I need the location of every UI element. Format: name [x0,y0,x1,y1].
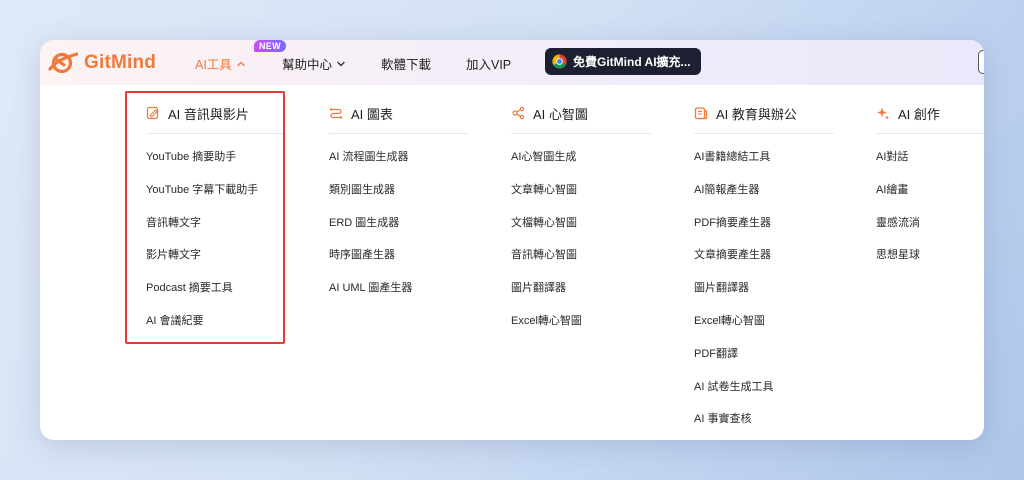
nav-help-center-label: 幫助中心 [282,58,333,72]
nav-join-vip-label: 加入VIP [466,58,512,72]
nav-software-download[interactable]: 軟體下載 [381,54,431,73]
column-heading-label: AI 音訊與影片 [168,106,249,122]
column-item-list: YouTube 摘要助手 YouTube 字幕下載助手 音訊轉文字 影片轉文字 … [146,150,306,347]
menu-column-education-office: AI 教育與辦公 AI書籍總結工具 AI簡報產生器 PDF摘要產生器 文章摘要產… [694,102,854,440]
chevron-down-icon [337,61,345,66]
menu-item[interactable]: 時序圖產生器 [329,248,489,281]
menu-item[interactable]: AI簡報產生器 [694,183,854,216]
column-heading: AI 音訊與影片 [146,102,306,124]
column-divider [329,133,469,134]
column-divider [876,133,984,134]
menu-item[interactable]: AI書籍總結工具 [694,150,854,183]
menu-item[interactable]: PDF摘要產生器 [694,216,854,249]
column-heading-label: AI 圖表 [351,106,393,122]
chrome-icon [552,54,567,69]
menu-item[interactable]: 圖片翻譯器 [511,281,671,314]
book-icon [694,107,708,120]
menu-item[interactable]: AI 流程圖生成器 [329,150,489,183]
menu-item[interactable]: Excel轉心智圖 [694,314,854,347]
menu-item[interactable]: 圖片翻譯器 [694,281,854,314]
menu-item[interactable]: 文章轉心智圖 [511,183,671,216]
menu-item[interactable]: AI心智圖生成 [511,150,671,183]
gitmind-logo[interactable]: GitMind [48,49,156,77]
gitmind-logo-icon [48,52,78,74]
flowchart-icon [329,108,343,119]
menu-item[interactable]: 影片轉文字 [146,248,306,281]
menu-column-creation: AI 創作 AI對話 AI繪畫 靈感流淌 思想星球 [876,102,984,281]
menu-item[interactable]: PDF翻譯 [694,347,854,380]
column-item-list: AI對話 AI繪畫 靈感流淌 思想星球 [876,150,984,281]
menu-item[interactable]: AI繪畫 [876,183,984,216]
mindmap-icon [512,106,525,120]
menu-column-mindmap: AI 心智圖 AI心智圖生成 文章轉心智圖 文檔轉心智圖 音訊轉心智圖 圖片翻譯… [511,102,671,347]
column-heading: AI 教育與辦公 [694,102,854,124]
nav-ai-tools[interactable]: AI工具 [195,54,246,73]
menu-item[interactable]: AI 會議紀要 [146,314,306,347]
nav-software-download-label: 軟體下載 [381,58,432,72]
menu-item[interactable]: AI UML 圖產生器 [329,281,489,314]
chevron-up-icon [237,61,245,66]
nav-ai-tools-label: AI工具 [195,58,232,72]
menu-item[interactable]: Excel轉心智圖 [511,314,671,347]
menu-item[interactable]: YouTube 摘要助手 [146,150,306,183]
edge-button[interactable] [978,50,984,74]
menu-item[interactable]: AI 事實查核 [694,412,854,440]
menu-item[interactable]: ERD 圖生成器 [329,216,489,249]
new-badge: NEW [254,40,286,52]
column-heading-label: AI 創作 [898,106,940,122]
column-heading-label: AI 心智圖 [533,106,588,122]
menu-item[interactable]: YouTube 字幕下載助手 [146,183,306,216]
menu-item[interactable]: 類別圖生成器 [329,183,489,216]
column-heading: AI 心智圖 [511,102,671,124]
nav-help-center[interactable]: 幫助中心 [282,54,346,73]
menu-item[interactable]: 文章摘要產生器 [694,248,854,281]
menu-item[interactable]: 音訊轉心智圖 [511,248,671,281]
menu-item[interactable]: AI 試卷生成工具 [694,380,854,413]
column-heading: AI 創作 [876,102,984,124]
brand-name: GitMind [84,52,157,73]
column-divider [146,133,286,134]
column-item-list: AI書籍總結工具 AI簡報產生器 PDF摘要產生器 文章摘要產生器 圖片翻譯器 … [694,150,854,440]
column-item-list: AI心智圖生成 文章轉心智圖 文檔轉心智圖 音訊轉心智圖 圖片翻譯器 Excel… [511,150,671,347]
menu-item[interactable]: 靈感流淌 [876,216,984,249]
menu-item[interactable]: AI對話 [876,150,984,183]
free-extension-button[interactable]: 免費GitMind AI擴充... [545,48,701,75]
nav-join-vip[interactable]: 加入VIP [466,54,511,73]
free-extension-label: 免費GitMind AI擴充... [573,55,691,69]
sparkle-icon [877,107,889,120]
column-item-list: AI 流程圖生成器 類別圖生成器 ERD 圖生成器 時序圖產生器 AI UML … [329,150,489,314]
menu-item[interactable]: Podcast 摘要工具 [146,281,306,314]
column-divider [694,133,834,134]
edit-document-icon [146,106,159,120]
menu-item[interactable]: 文檔轉心智圖 [511,216,671,249]
menu-item[interactable]: 音訊轉文字 [146,216,306,249]
column-heading-label: AI 教育與辦公 [716,106,797,122]
menu-item[interactable]: 思想星球 [876,248,984,281]
menu-column-audio-video: AI 音訊與影片 YouTube 摘要助手 YouTube 字幕下載助手 音訊轉… [146,102,306,347]
menu-column-diagrams: AI 圖表 AI 流程圖生成器 類別圖生成器 ERD 圖生成器 時序圖產生器 A… [329,102,489,314]
column-heading: AI 圖表 [329,102,489,124]
top-navbar: GitMind AI工具 NEW 幫助中心 軟體下載 加入VIP 免費GitMi… [40,40,984,85]
column-divider [511,133,651,134]
browser-window: GitMind AI工具 NEW 幫助中心 軟體下載 加入VIP 免費GitMi… [40,40,984,440]
